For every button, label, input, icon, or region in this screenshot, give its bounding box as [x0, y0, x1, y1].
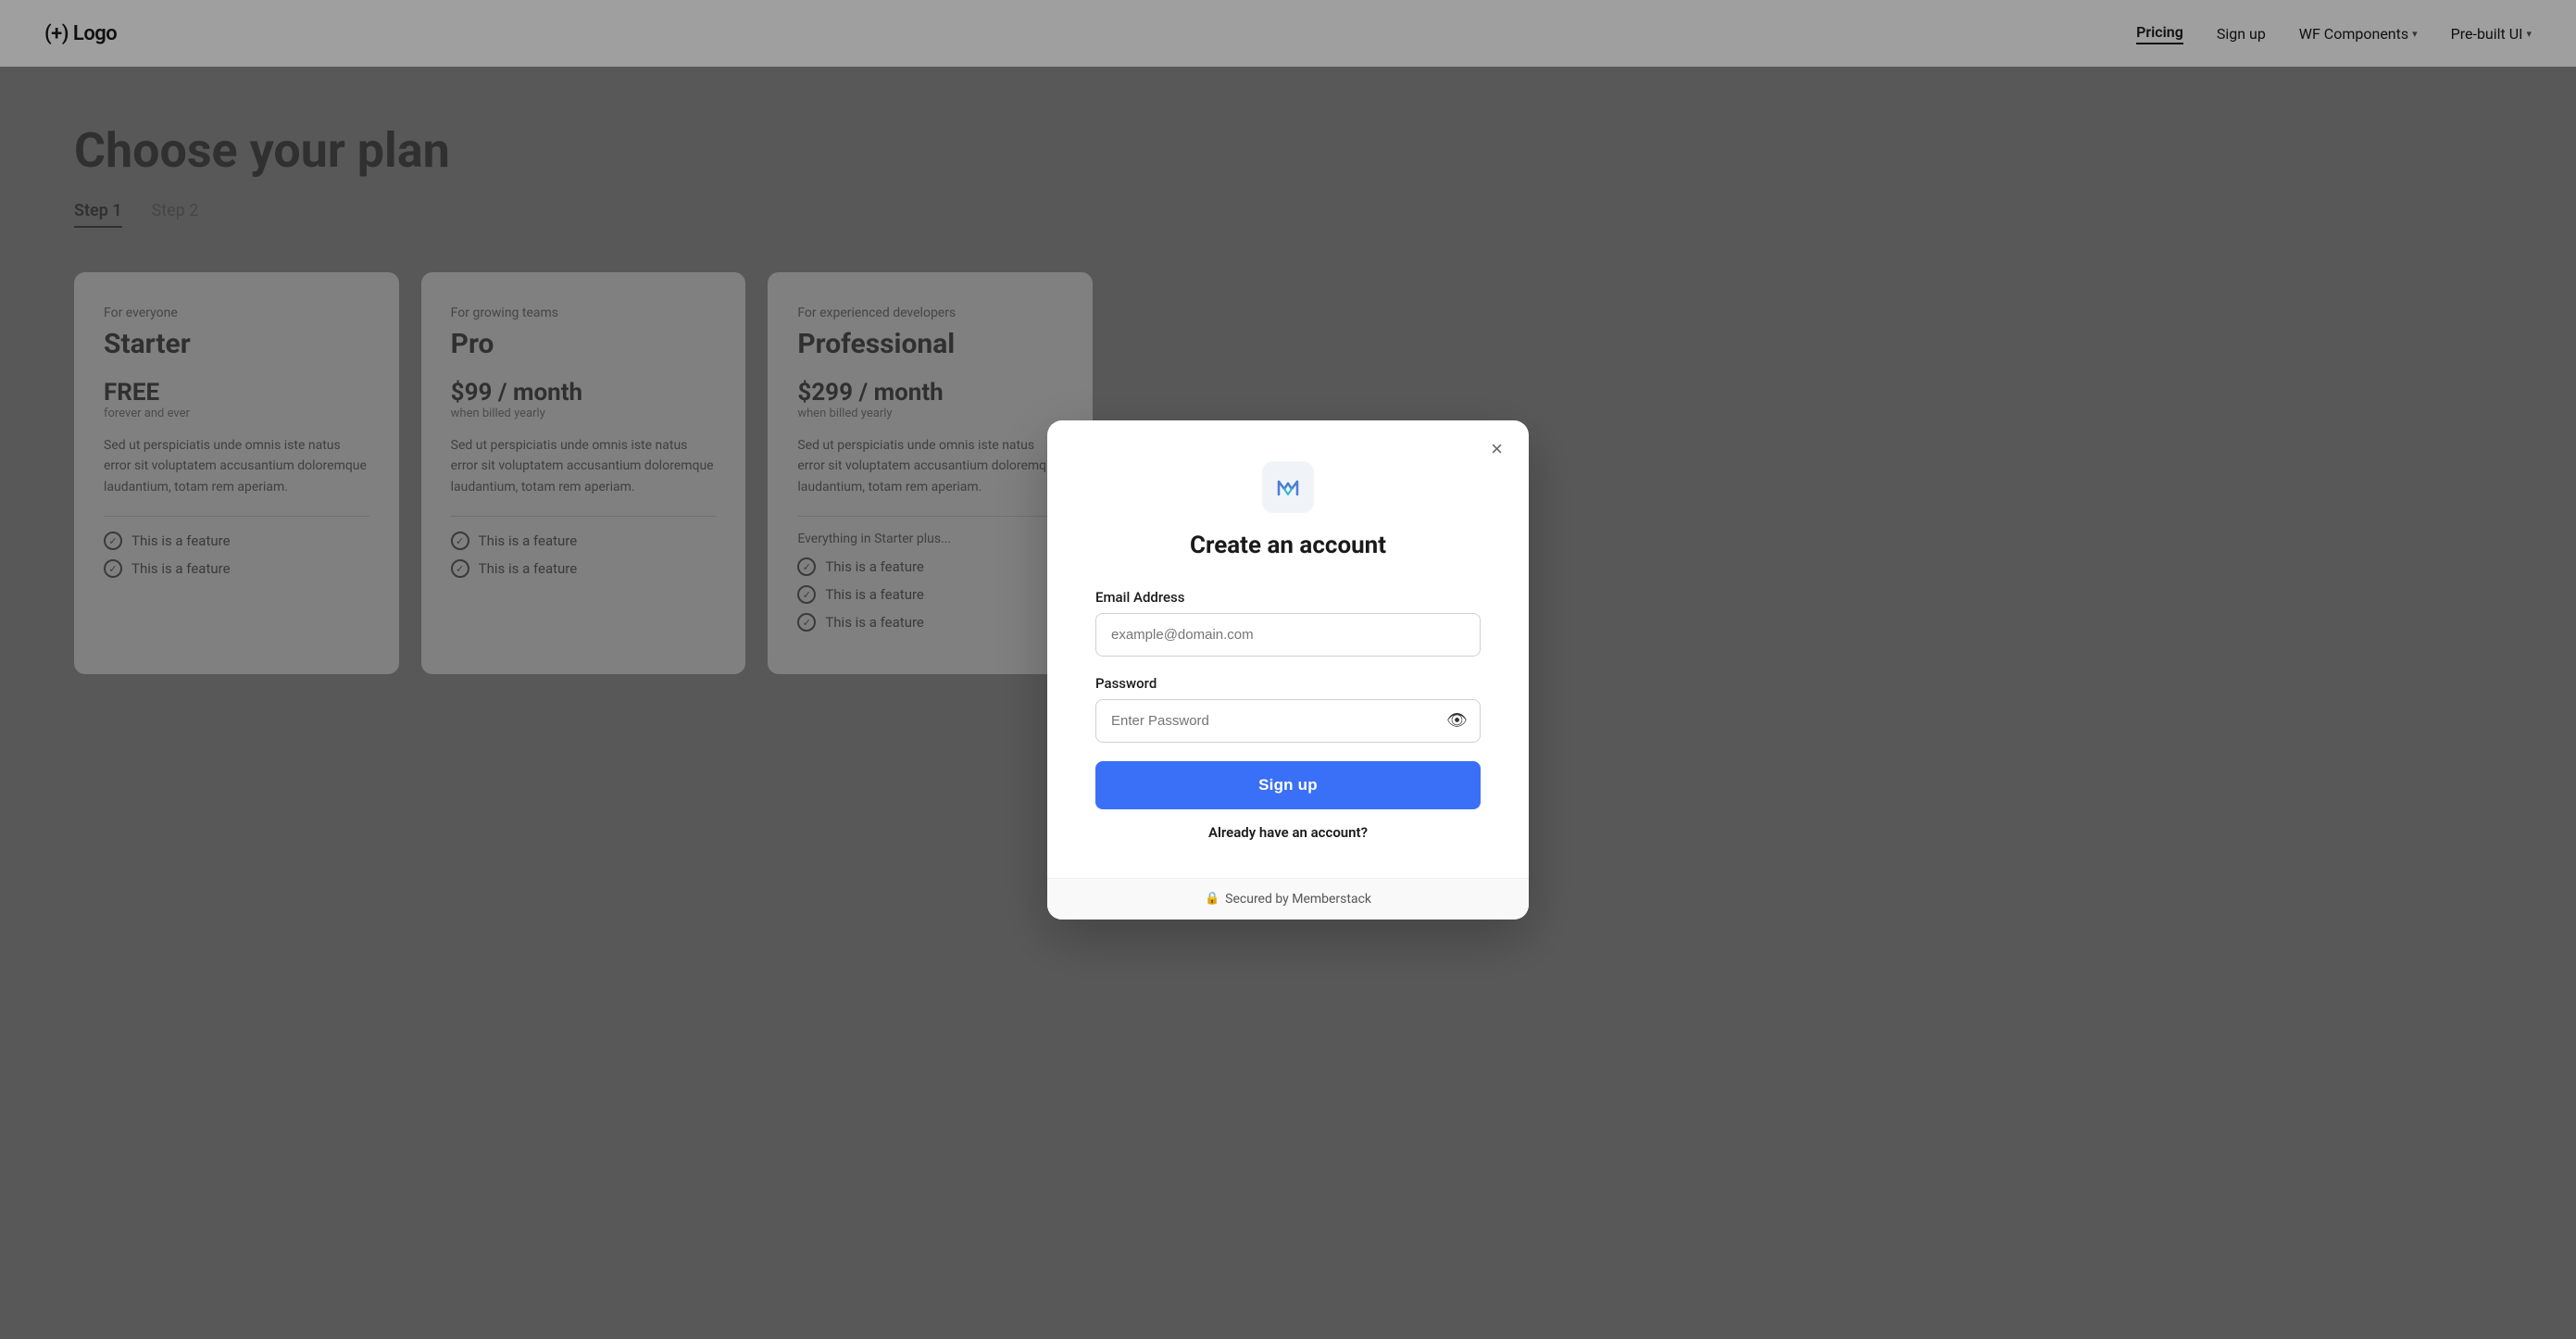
modal-body: Create an account Email Address Password…	[1047, 420, 1529, 878]
already-account-link[interactable]: Already have an account?	[1095, 824, 1481, 841]
password-label: Password	[1095, 675, 1481, 692]
shield-icon: 🔒	[1205, 892, 1219, 906]
email-form-group: Email Address	[1095, 589, 1481, 657]
secured-by-text: Secured by Memberstack	[1225, 892, 1371, 907]
modal-close-button[interactable]: ×	[1483, 435, 1510, 463]
signup-button[interactable]: Sign up	[1095, 761, 1481, 809]
modal-footer: 🔒 Secured by Memberstack	[1047, 878, 1529, 920]
modal-create-account: × Create an account Email Address Passwo…	[1047, 420, 1529, 920]
password-input-wrapper: 👁	[1095, 699, 1481, 743]
modal-logo-icon	[1262, 461, 1314, 513]
password-form-group: Password 👁	[1095, 675, 1481, 743]
modal-title: Create an account	[1095, 532, 1481, 559]
email-input[interactable]	[1095, 613, 1481, 657]
password-input[interactable]	[1095, 699, 1481, 743]
modal-overlay[interactable]: × Create an account Email Address Passwo…	[0, 0, 2576, 1339]
email-label: Email Address	[1095, 589, 1481, 606]
password-toggle-icon[interactable]: 👁	[1446, 711, 1468, 731]
